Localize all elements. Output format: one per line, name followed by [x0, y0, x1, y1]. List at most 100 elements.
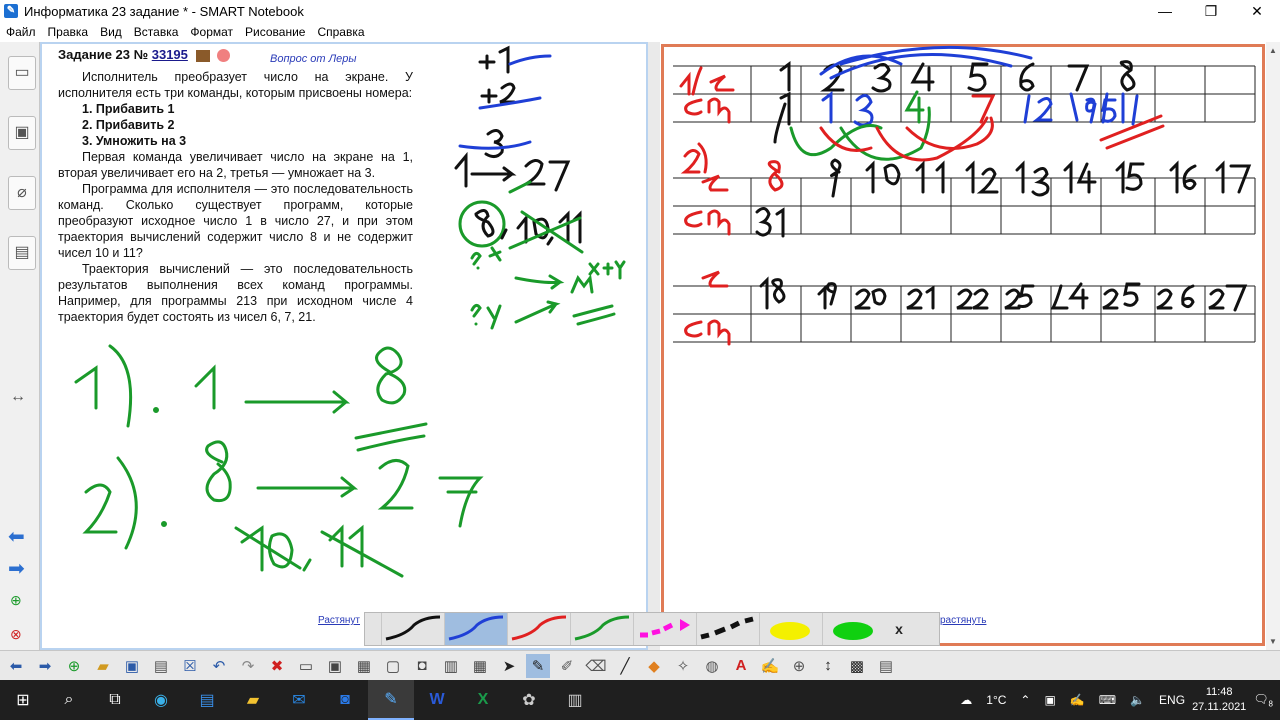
line-tool-icon[interactable]: ╱ [613, 654, 637, 678]
app-icon[interactable]: ▥ [552, 680, 598, 720]
open-file-icon[interactable]: ▰ [91, 654, 115, 678]
mail-icon[interactable]: ✉ [276, 680, 322, 720]
vertical-scrollbar[interactable]: ▲ ▼ [1266, 42, 1280, 650]
minimize-button[interactable]: — [1142, 0, 1188, 22]
smart-notebook-taskbar-icon[interactable]: ✎ [368, 680, 414, 720]
page-sorter-icon[interactable]: ▭ [8, 56, 36, 90]
back-icon[interactable]: ⬅ [4, 654, 28, 678]
notifications-icon[interactable]: 🗨8 [1253, 692, 1273, 708]
menu-format[interactable]: Формат [184, 25, 239, 39]
delete-page-icon[interactable]: ⊗ [10, 626, 22, 643]
zoom-icon[interactable]: ◙ [322, 680, 368, 720]
store-icon[interactable]: ▤ [184, 680, 230, 720]
volume-icon[interactable]: 🔈 [1130, 693, 1145, 707]
main-toolbar: ⬅ ➡ ⊕ ▰ ▣ ▤ ☒ ↶ ↷ ✖ ▭ ▣ ▦ ▢ ◘ ▥ ▦ ➤ ✎ ✐ … [0, 650, 1280, 680]
clock[interactable]: 11:48 27.11.2021 [1192, 685, 1246, 715]
keyboard-icon[interactable]: ⌨ [1099, 693, 1116, 707]
pen-green[interactable] [570, 613, 633, 645]
word-icon[interactable]: W [414, 680, 460, 720]
handwriting-recognition-icon[interactable]: ✍ [758, 654, 782, 678]
creative-pen-icon[interactable]: ✐ [555, 654, 579, 678]
eraser-icon[interactable]: ⌫ [584, 654, 608, 678]
task-text-block[interactable]: Задание 23 № 33195 Исполнитель преобразу… [58, 47, 413, 325]
task-number-link[interactable]: 33195 [152, 47, 188, 62]
fill-icon[interactable]: ◍ [700, 654, 724, 678]
full-screen-icon[interactable]: ▣ [323, 654, 347, 678]
paste-icon[interactable]: ▤ [149, 654, 173, 678]
next-page-icon[interactable]: ➡ [8, 556, 25, 581]
gallery-icon[interactable]: ▣ [8, 116, 36, 150]
menu-help[interactable]: Справка [311, 25, 370, 39]
tray-app-icon[interactable]: ▣ [1044, 693, 1055, 707]
task-paragraph-3: Траектория вычислений — это последовател… [58, 262, 413, 324]
pen-red[interactable] [507, 613, 570, 645]
question-link[interactable]: Вопрос от Леры [270, 53, 357, 65]
text-icon[interactable]: A [729, 654, 753, 678]
screen-capture-icon[interactable]: ◘ [410, 654, 434, 678]
measurement-tools-icon[interactable]: ⊕ [787, 654, 811, 678]
stretch-link-left[interactable]: Растянут [318, 615, 360, 626]
resize-arrows-icon[interactable]: ↔ [10, 388, 26, 406]
highlighter-green[interactable] [822, 613, 885, 645]
pen-magenta-arrow[interactable] [633, 613, 696, 645]
menu-insert[interactable]: Вставка [128, 25, 185, 39]
language-indicator[interactable]: ENG [1159, 693, 1185, 707]
shapes-icon[interactable]: ◆ [642, 654, 666, 678]
paint-icon[interactable]: ✿ [506, 680, 552, 720]
pen-black[interactable] [381, 613, 444, 645]
file-explorer-icon[interactable]: ▰ [230, 680, 276, 720]
page-split-divider[interactable] [648, 42, 660, 650]
clock-time: 11:48 [1205, 686, 1233, 698]
redo-icon[interactable]: ↷ [236, 654, 260, 678]
properties-toolbar-icon[interactable]: ▤ [874, 654, 898, 678]
stretch-link-right[interactable]: растянуть [940, 615, 986, 626]
undo-icon[interactable]: ↶ [207, 654, 231, 678]
clock-date: 27.11.2021 [1192, 701, 1247, 713]
video-icon[interactable]: ▩ [845, 654, 869, 678]
save-icon[interactable]: ▣ [120, 654, 144, 678]
task-view-icon[interactable]: ⧉ [92, 680, 138, 720]
pen-tray-close-button[interactable]: x [885, 621, 913, 637]
menu-draw[interactable]: Рисование [239, 25, 311, 39]
table-icon[interactable]: ▦ [468, 654, 492, 678]
delete-icon[interactable]: ☒ [178, 654, 202, 678]
weather-icon[interactable]: ☁ [960, 693, 972, 707]
search-icon[interactable]: ⌕ [46, 680, 92, 720]
document-camera-icon[interactable]: ▢ [381, 654, 405, 678]
prev-page-icon[interactable]: ⬅ [8, 524, 25, 549]
highlighter-yellow[interactable] [759, 613, 822, 645]
pen-blue[interactable] [444, 613, 507, 645]
menu-view[interactable]: Вид [94, 25, 128, 39]
pen-black-icon [385, 615, 441, 641]
toolbar-screen-icon[interactable]: ▥ [439, 654, 463, 678]
clear-icon[interactable]: ✖ [265, 654, 289, 678]
pen-black-dashed[interactable] [696, 613, 759, 645]
edge-browser-icon[interactable]: ◉ [138, 680, 184, 720]
task-title: Задание 23 № 33195 [58, 47, 413, 63]
pen-tray: x [364, 612, 940, 646]
move-toolbar-icon[interactable]: ↕ [816, 654, 840, 678]
tray-chevron-icon[interactable]: ⌃ [1020, 693, 1030, 707]
pen-tool-icon[interactable]: ✎ [526, 653, 550, 678]
menu-edit[interactable]: Правка [42, 25, 95, 39]
attachments-icon[interactable]: ⌀ [8, 176, 36, 210]
scroll-down-icon[interactable]: ▼ [1269, 637, 1277, 646]
add-page-icon[interactable]: ⊕ [10, 592, 22, 609]
maximize-button[interactable]: ❐ [1188, 0, 1234, 22]
show-hide-screen-icon[interactable]: ▭ [294, 654, 318, 678]
excel-icon[interactable]: X [460, 680, 506, 720]
scroll-up-icon[interactable]: ▲ [1269, 46, 1277, 55]
start-windows-icon[interactable]: ⊞ [0, 680, 46, 720]
weather-temp[interactable]: 1°C [986, 693, 1006, 707]
pen-tray-icon[interactable]: ✍ [1070, 693, 1085, 707]
properties-icon[interactable]: ▤ [8, 236, 36, 270]
menu-file[interactable]: Файл [0, 25, 42, 39]
magic-pen-icon[interactable]: ✧ [671, 654, 695, 678]
screen-shade-icon[interactable]: ▦ [352, 654, 376, 678]
title-bar: ✎ Информатика 23 задание * - SMART Noteb… [0, 0, 1280, 22]
right-page[interactable] [661, 44, 1265, 646]
add-page-icon[interactable]: ⊕ [62, 654, 86, 678]
select-pointer-icon[interactable]: ➤ [497, 654, 521, 678]
forward-icon[interactable]: ➡ [33, 654, 57, 678]
close-button[interactable]: ✕ [1234, 0, 1280, 22]
